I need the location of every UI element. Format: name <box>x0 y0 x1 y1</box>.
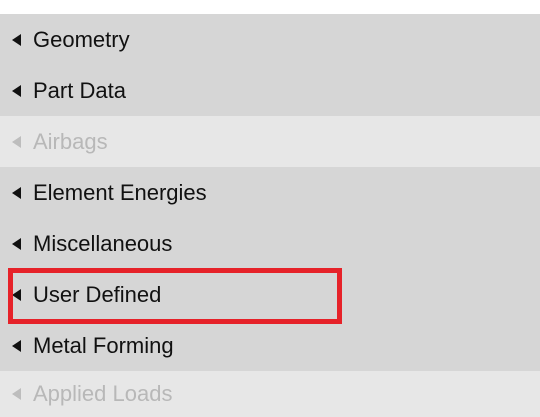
menu-item-label: Miscellaneous <box>33 230 173 256</box>
collapse-arrow-icon <box>12 339 21 352</box>
menu-item-label: Geometry <box>33 26 130 52</box>
menu-item-label: Airbags <box>33 128 108 154</box>
menu-item-label: Element Energies <box>33 179 207 205</box>
menu-item-user-defined[interactable]: User Defined <box>0 269 540 320</box>
menu-item-part-data[interactable]: Part Data <box>0 65 540 116</box>
collapse-arrow-icon <box>12 237 21 250</box>
menu-item-element-energies[interactable]: Element Energies <box>0 167 540 218</box>
menu-top-spacer <box>0 0 540 14</box>
menu-item-applied-loads: Applied Loads <box>0 371 540 417</box>
collapse-arrow-icon <box>12 186 21 199</box>
menu-item-label: Metal Forming <box>33 332 174 358</box>
menu-item-airbags: Airbags <box>0 116 540 167</box>
expandable-menu: Geometry Part Data Airbags Element Energ… <box>0 0 540 417</box>
menu-item-label: Part Data <box>33 77 126 103</box>
menu-item-label: User Defined <box>33 281 162 307</box>
menu-item-metal-forming[interactable]: Metal Forming <box>0 320 540 371</box>
collapse-arrow-icon <box>12 388 21 400</box>
menu-item-label: Applied Loads <box>33 381 173 406</box>
collapse-arrow-icon <box>12 33 21 46</box>
collapse-arrow-icon <box>12 135 21 148</box>
menu-item-miscellaneous[interactable]: Miscellaneous <box>0 218 540 269</box>
collapse-arrow-icon <box>12 288 21 301</box>
menu-item-geometry[interactable]: Geometry <box>0 14 540 65</box>
collapse-arrow-icon <box>12 84 21 97</box>
